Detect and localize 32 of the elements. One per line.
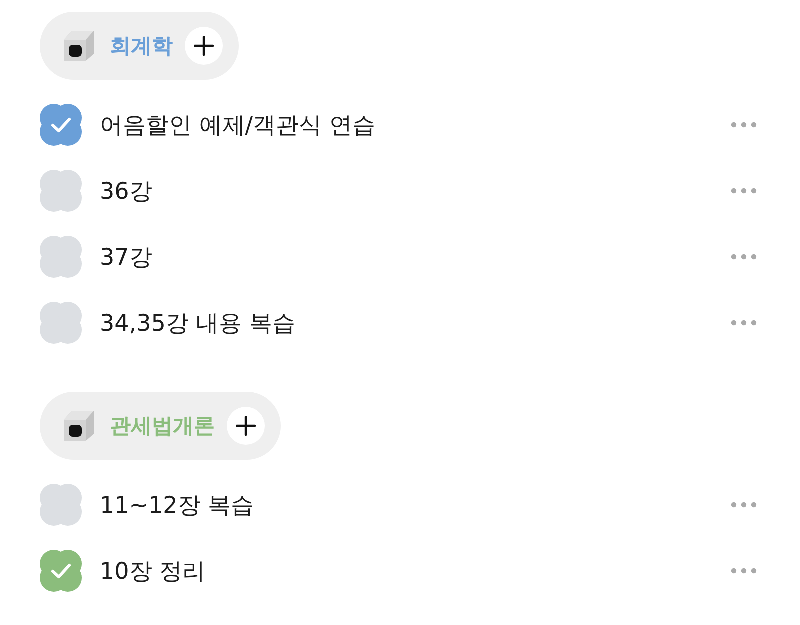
checkbox[interactable] xyxy=(40,550,82,592)
plus-icon xyxy=(236,416,256,436)
task-title: 10장 정리 xyxy=(100,558,207,586)
task-title: 37강 xyxy=(100,244,154,272)
plus-icon xyxy=(194,36,214,56)
more-icon xyxy=(731,188,757,194)
task-title: 어음할인 예제/객관식 연습 xyxy=(100,112,376,140)
category-title: 회계학 xyxy=(110,33,173,60)
box-icon xyxy=(62,30,96,62)
task-title: 11~12장 복습 xyxy=(100,492,256,520)
checkbox[interactable] xyxy=(40,484,82,526)
category-title: 관세법개론 xyxy=(110,413,215,440)
more-icon xyxy=(731,254,757,260)
task-title: 36강 xyxy=(100,178,154,206)
add-button[interactable] xyxy=(185,27,223,65)
more-icon xyxy=(731,320,757,326)
more-icon xyxy=(731,122,757,128)
more-button[interactable] xyxy=(731,254,757,260)
box-icon xyxy=(62,410,96,442)
checkbox[interactable] xyxy=(40,104,82,146)
more-button[interactable] xyxy=(731,122,757,128)
more-button[interactable] xyxy=(731,320,757,326)
more-icon xyxy=(731,502,757,508)
more-button[interactable] xyxy=(731,502,757,508)
task-title: 34,35강 내용 복습 xyxy=(100,310,296,338)
add-button[interactable] xyxy=(227,407,265,445)
more-icon xyxy=(731,568,757,574)
more-button[interactable] xyxy=(731,568,757,574)
checkbox[interactable] xyxy=(40,302,82,344)
checkbox[interactable] xyxy=(40,170,82,212)
more-button[interactable] xyxy=(731,188,757,194)
checkbox[interactable] xyxy=(40,236,82,278)
